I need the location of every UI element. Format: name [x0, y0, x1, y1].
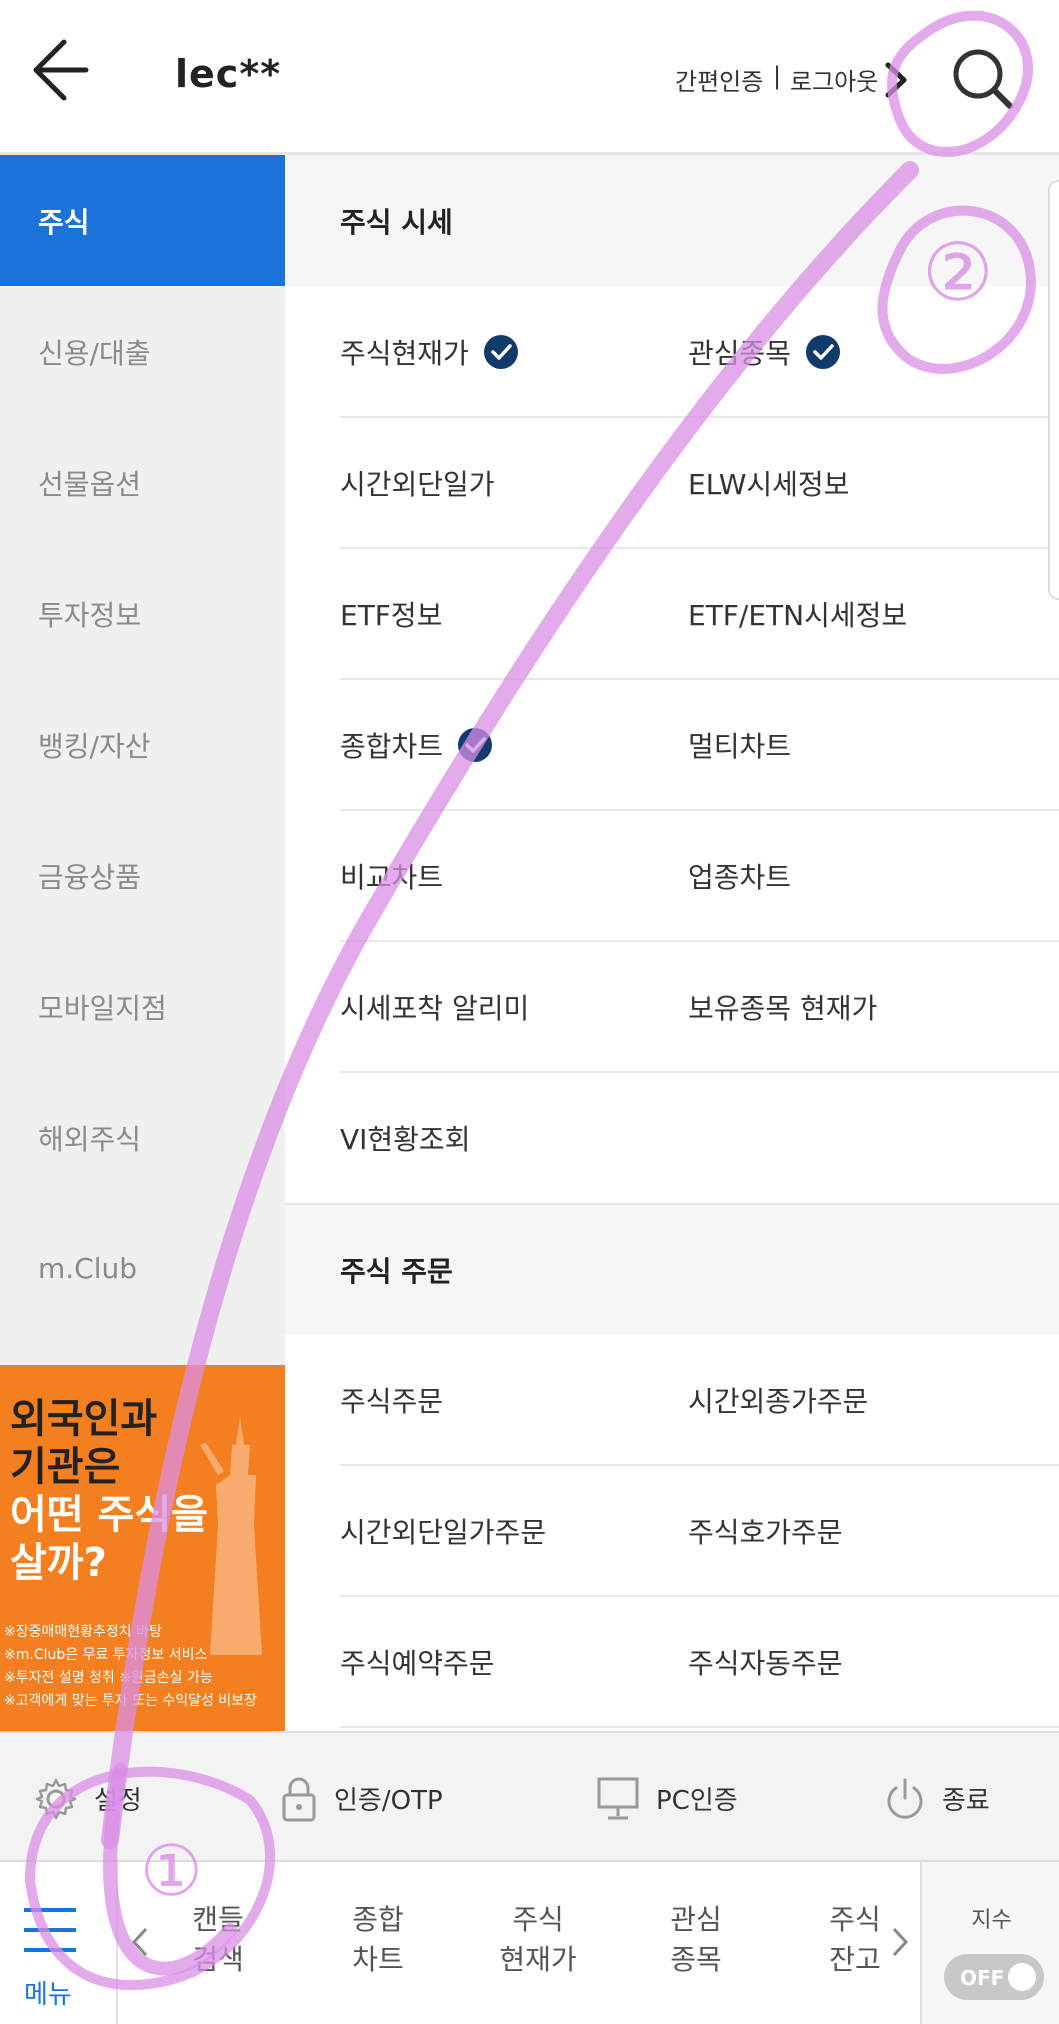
check-badge-icon — [806, 334, 841, 369]
search-icon[interactable] — [948, 38, 1018, 118]
sidebar-item-mobile-branch[interactable]: 모바일지점 — [0, 941, 285, 1072]
ad-banner[interactable]: 외국인과 기관은 어떤 주식을 살까? ※장중매매현황추정치 바탕 ※m.Clu… — [0, 1365, 285, 1731]
gear-icon — [35, 1778, 77, 1819]
menu-content: 주식 시세 주식현재가 관심종목 시간외단일가 ELW시세정보 ETF정보 ET… — [285, 155, 1059, 1731]
toggle-knob — [1008, 1963, 1036, 1991]
row-divider — [340, 1726, 1059, 1728]
auth-otp-label: 인증/OTP — [334, 1786, 443, 1816]
check-badge-icon — [483, 334, 518, 369]
menu-item-elw-quotes[interactable]: ELW시세정보 — [688, 417, 849, 548]
top-header: lec** 간편인증 | 로그아웃 — [0, 0, 1059, 155]
sidebar-item-banking-assets[interactable]: 뱅킹/자산 — [0, 679, 285, 810]
ad-disclaimer: ※투자전 설명 청취 ※원금손실 가능 — [4, 1670, 213, 1686]
section-title-stock-quotes: 주식 시세 — [285, 155, 1059, 286]
user-id: lec** — [175, 52, 282, 96]
menu-item-label: 관심종목 — [688, 336, 792, 370]
menu-item-multi-chart[interactable]: 멀티차트 — [688, 679, 791, 810]
menu-item-sector-chart[interactable]: 업종차트 — [688, 810, 791, 941]
menu-item-composite-chart[interactable]: 종합차트 — [340, 679, 493, 810]
tab-candle-search[interactable]: 캔들 검색 — [158, 1900, 278, 1980]
category-sidebar: 주식 신용/대출 선물옵션 투자정보 뱅킹/자산 금융상품 모바일지점 해외주식… — [0, 155, 285, 1365]
settings-label: 설정 — [94, 1786, 142, 1816]
auth-otp-button[interactable]: 인증/OTP — [280, 1733, 443, 1864]
ad-headline-line: 살까? — [10, 1540, 107, 1586]
sidebar-item-credit-loan[interactable]: 신용/대출 — [0, 286, 285, 417]
settings-button[interactable]: 설정 — [34, 1733, 142, 1864]
bottom-tab-bar: 메뉴 캔들 검색 종합 차트 주식 현재가 관심 종목 주식 잔고 지수 OFF — [0, 1862, 1059, 2024]
menu-item-watchlist[interactable]: 관심종목 — [688, 286, 841, 417]
tab-label-line: 종목 — [670, 1943, 722, 1976]
check-badge-icon — [458, 727, 493, 762]
logout-link[interactable]: 로그아웃 — [790, 62, 878, 97]
menu-item-after-hours-single-order[interactable]: 시간외단일가주문 — [340, 1465, 546, 1596]
ad-headline-line: 기관은 — [10, 1444, 121, 1490]
chevron-right-icon[interactable] — [882, 55, 912, 105]
tab-stock-current-price[interactable]: 주식 현재가 — [478, 1900, 598, 1980]
tab-label-line: 차트 — [352, 1943, 404, 1976]
ad-headline-line: 외국인과 — [10, 1396, 158, 1442]
pc-auth-button[interactable]: PC인증 — [596, 1733, 738, 1864]
menu-item-etf-etn-quotes[interactable]: ETF/ETN시세정보 — [688, 548, 907, 679]
hamburger-icon — [24, 1908, 76, 1952]
sidebar-item-stock[interactable]: 주식 — [0, 155, 285, 286]
ad-disclaimer: ※고객에게 맞는 투자 또는 수익달성 비보장 — [4, 1693, 257, 1709]
menu-item-label: 종합차트 — [340, 729, 444, 763]
menu-item-after-hours-single-price[interactable]: 시간외단일가 — [340, 417, 495, 548]
sidebar-item-mclub[interactable]: m.Club — [0, 1203, 285, 1334]
menu-item-vi-status[interactable]: VI현황조회 — [340, 1072, 470, 1203]
menu-item-stock-current-price[interactable]: 주식현재가 — [340, 286, 519, 417]
back-arrow-icon[interactable] — [28, 30, 98, 110]
sidebar-item-financial-products[interactable]: 금융상품 — [0, 810, 285, 941]
section-title-stock-order: 주식 주문 — [285, 1203, 1059, 1334]
power-icon — [887, 1778, 923, 1819]
sidebar-item-overseas-stock[interactable]: 해외주식 — [0, 1072, 285, 1203]
pc-auth-label: PC인증 — [656, 1786, 738, 1816]
ad-disclaimer: ※m.Club은 무료 투자정보 서비스 — [4, 1647, 208, 1663]
tab-label-line: 검색 — [192, 1943, 244, 1976]
menu-item-reserved-order[interactable]: 주식예약주문 — [340, 1596, 495, 1727]
sidebar-item-investment-info[interactable]: 투자정보 — [0, 548, 285, 679]
menu-item-holdings-price[interactable]: 보유종목 현재가 — [688, 941, 877, 1072]
tab-watchlist[interactable]: 관심 종목 — [636, 1900, 756, 1980]
tab-label-line: 종합 — [352, 1903, 404, 1936]
menu-label: 메뉴 — [24, 1980, 72, 2010]
tab-label-line: 관심 — [670, 1903, 722, 1936]
header-separator: | — [773, 62, 782, 90]
sidebar-item-futures-options[interactable]: 선물옵션 — [0, 417, 285, 548]
monitor-icon — [597, 1777, 639, 1819]
chevron-right-icon[interactable] — [888, 1917, 912, 1967]
simple-auth-link[interactable]: 간편인증 — [675, 62, 763, 97]
index-toggle-panel: 지수 OFF — [920, 1862, 1059, 2024]
index-toggle[interactable]: OFF — [944, 1954, 1044, 2000]
menu-item-label: 주식현재가 — [340, 336, 469, 370]
lock-icon — [282, 1777, 316, 1821]
bottom-action-bar: 설정 인증/OTP PC인증 종료 — [0, 1731, 1059, 1862]
menu-button[interactable]: 메뉴 — [0, 1862, 118, 2024]
ad-disclaimer: ※장중매매현황추정치 바탕 — [4, 1624, 162, 1640]
ad-headline-line: 어떤 주식을 — [10, 1492, 208, 1538]
menu-item-price-alert[interactable]: 시세포착 알리미 — [340, 941, 529, 1072]
menu-item-etf-info[interactable]: ETF정보 — [340, 548, 442, 679]
toggle-state-label: OFF — [960, 1966, 1005, 1990]
menu-item-stock-order[interactable]: 주식주문 — [340, 1334, 443, 1465]
index-label: 지수 — [971, 1908, 1012, 1933]
menu-item-auto-order[interactable]: 주식자동주문 — [688, 1596, 843, 1727]
exit-button[interactable]: 종료 — [884, 1733, 990, 1864]
tab-label-line: 현재가 — [499, 1943, 577, 1976]
menu-item-comparison-chart[interactable]: 비교차트 — [340, 810, 443, 941]
tab-composite-chart[interactable]: 종합 차트 — [318, 1900, 438, 1980]
scrollbar[interactable] — [1048, 180, 1059, 600]
tab-label-line: 주식 — [512, 1903, 564, 1936]
exit-label: 종료 — [942, 1786, 990, 1816]
menu-item-after-hours-close-order[interactable]: 시간외종가주문 — [688, 1334, 868, 1465]
tab-label-line: 캔들 — [192, 1903, 244, 1936]
menu-item-quote-order[interactable]: 주식호가주문 — [688, 1465, 843, 1596]
chevron-left-icon[interactable] — [128, 1917, 152, 1967]
